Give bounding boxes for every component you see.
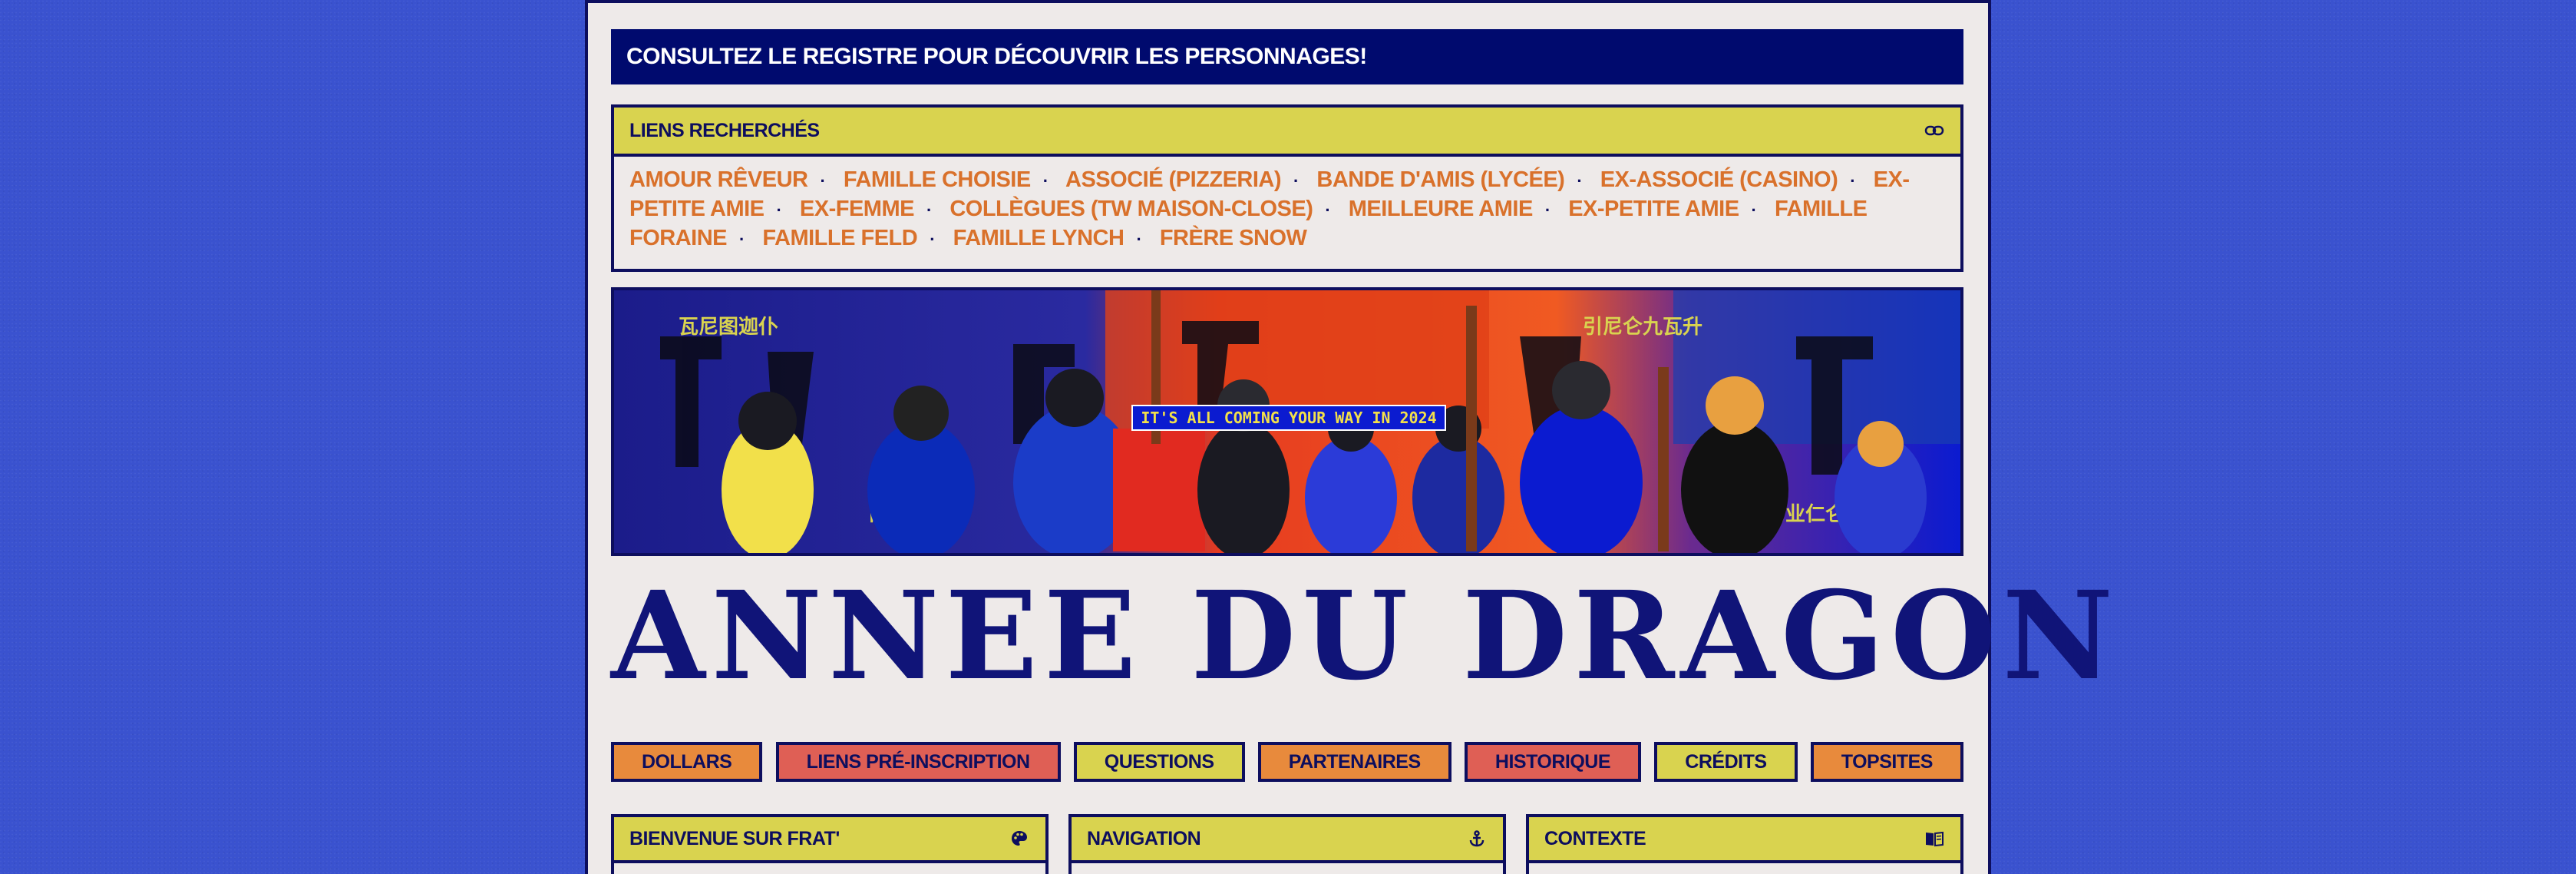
nav-button-historique[interactable]: HISTORIQUE	[1464, 742, 1642, 782]
palette-icon	[1009, 828, 1030, 849]
nav-button-topsites[interactable]: TOPSITES	[1810, 742, 1963, 782]
link-separator: ·	[1544, 200, 1551, 220]
link-separator: ·	[930, 230, 936, 249]
registry-banner-text: CONSULTEZ LE REGISTRE POUR DÉCOUVRIR LES…	[626, 44, 1367, 69]
link-separator: ·	[776, 200, 782, 220]
link-separator: ·	[1850, 171, 1856, 190]
welcome-panel-header: BIENVENUE SUR FRAT'	[614, 817, 1045, 863]
wanted-link-item[interactable]: FRÈRE SNOW	[1160, 226, 1307, 250]
info-panels: BIENVENUE SUR FRAT' NAVIGATION CONTEXTE	[611, 814, 1963, 874]
wanted-links-box: LIENS RECHERCHÉS AMOUR RÊVEUR · FAMILLE C…	[611, 104, 1963, 272]
wanted-links-header: LIENS RECHERCHÉS	[614, 108, 1960, 157]
wanted-link-item[interactable]: BANDE D'AMIS (LYCÉE)	[1316, 167, 1564, 192]
nav-button-questions[interactable]: QUESTIONS	[1073, 742, 1245, 782]
wanted-link-item[interactable]: MEILLEURE AMIE	[1349, 197, 1534, 221]
link-separator: ·	[1293, 171, 1299, 190]
context-panel-title: CONTEXTE	[1544, 827, 1646, 849]
main-nav: DOLLARS LIENS PRÉ-INSCRIPTION QUESTIONS PAR…	[611, 742, 1963, 785]
svg-text:引尼仑九瓦升: 引尼仑九瓦升	[1583, 315, 1702, 339]
navigation-panel-title: NAVIGATION	[1087, 827, 1201, 849]
nav-button-partenaires[interactable]: PARTENAIRES	[1257, 742, 1451, 782]
wanted-link-item[interactable]: FAMILLE FELD	[762, 226, 917, 250]
wanted-links-title: LIENS RECHERCHÉS	[629, 119, 820, 141]
nav-button-dollars[interactable]: DOLLARS	[611, 742, 763, 782]
wanted-link-item[interactable]: ASSOCIÉ (PIZZERIA)	[1065, 167, 1282, 192]
context-panel-header: CONTEXTE	[1529, 817, 1960, 863]
link-separator: ·	[1325, 200, 1331, 220]
link-separator: ·	[1042, 171, 1049, 190]
page-container: CONSULTEZ LE REGISTRE POUR DÉCOUVRIR LES…	[585, 0, 2120, 874]
nav-button-cr-dits[interactable]: CRÉDITS	[1654, 742, 1798, 782]
nav-button-liens-pr-inscription[interactable]: LIENS PRÉ-INSCRIPTION	[775, 742, 1061, 782]
welcome-panel: BIENVENUE SUR FRAT'	[611, 814, 1049, 874]
registry-banner[interactable]: CONSULTEZ LE REGISTRE POUR DÉCOUVRIR LES…	[611, 29, 1963, 84]
book-icon	[1924, 828, 1945, 849]
wanted-link-item[interactable]: FAMILLE LYNCH	[953, 226, 1125, 250]
link-separator: ·	[1577, 171, 1583, 190]
wanted-link-item[interactable]: COLLÈGUES (TW MAISON-CLOSE)	[949, 197, 1313, 221]
navigation-panel-header: NAVIGATION	[1072, 817, 1503, 863]
wanted-link-item[interactable]: EX-PETITE AMIE	[1568, 197, 1739, 221]
wanted-link-item[interactable]: EX-ASSOCIÉ (CASINO)	[1600, 167, 1838, 192]
navigation-panel: NAVIGATION	[1068, 814, 1506, 874]
link-separator: ·	[739, 230, 745, 249]
link-separator: ·	[1751, 200, 1757, 220]
hero-caption: IT'S ALL COMING YOUR WAY IN 2024	[1141, 409, 1436, 427]
link-icon	[1924, 120, 1945, 141]
site-title: ANNEE DU DRAGON	[611, 565, 2120, 707]
link-separator: ·	[820, 171, 826, 190]
wanted-link-item[interactable]: AMOUR RÊVEUR	[629, 167, 808, 192]
wanted-link-item[interactable]: FAMILLE CHOISIE	[844, 167, 1031, 192]
wanted-link-item[interactable]: EX-FEMME	[800, 197, 915, 221]
anchor-icon	[1466, 828, 1488, 849]
welcome-panel-title: BIENVENUE SUR FRAT'	[629, 827, 840, 849]
svg-text:瓦尼图迦仆: 瓦尼图迦仆	[679, 316, 778, 339]
context-panel: CONTEXTE	[1526, 814, 1963, 874]
wanted-links-list: AMOUR RÊVEUR · FAMILLE CHOISIE · ASSOCIÉ (…	[614, 157, 1960, 263]
link-separator: ·	[1136, 230, 1142, 249]
hero-banner-image: 瓦尼图迦仆 引尼仑九瓦升 日仑丹辽朴 马业仁仑马马	[611, 287, 1963, 556]
link-separator: ·	[926, 200, 932, 220]
